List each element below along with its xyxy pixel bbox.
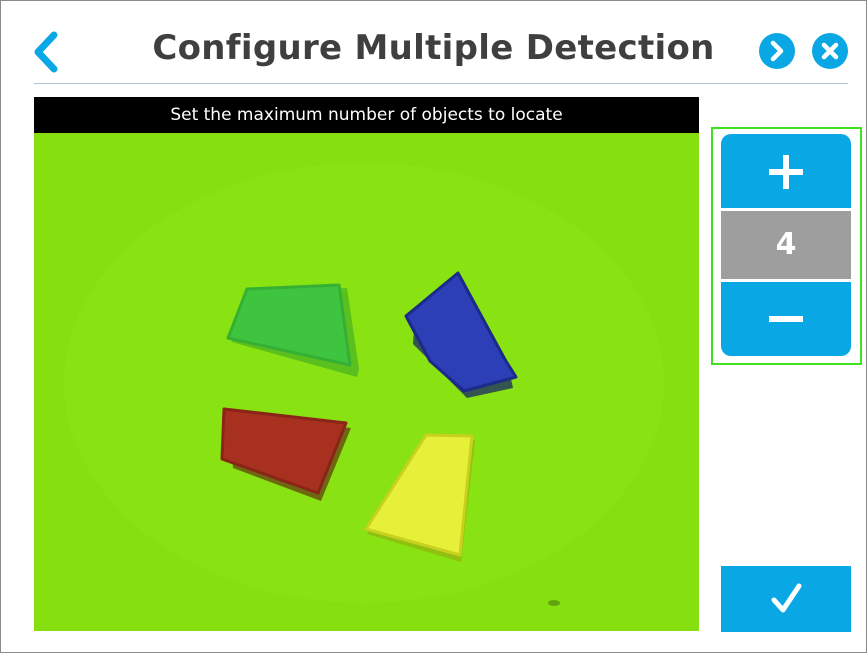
instruction-banner: Set the maximum number of objects to loc… [34,97,699,133]
decrement-button[interactable] [721,282,851,356]
play-button[interactable] [759,33,795,69]
close-button[interactable] [812,33,848,69]
increment-button[interactable] [721,134,851,208]
confirm-button[interactable] [721,566,851,632]
close-icon [821,42,839,60]
page-title: Configure Multiple Detection [152,28,715,68]
plus-icon [769,155,803,189]
checkmark-icon [771,583,802,613]
camera-scene [34,133,699,631]
max-objects-value: 4 [721,211,851,279]
camera-view: Set the maximum number of objects to loc… [34,97,699,631]
play-icon [770,40,784,62]
minus-icon [769,316,803,322]
header-divider [34,83,848,84]
